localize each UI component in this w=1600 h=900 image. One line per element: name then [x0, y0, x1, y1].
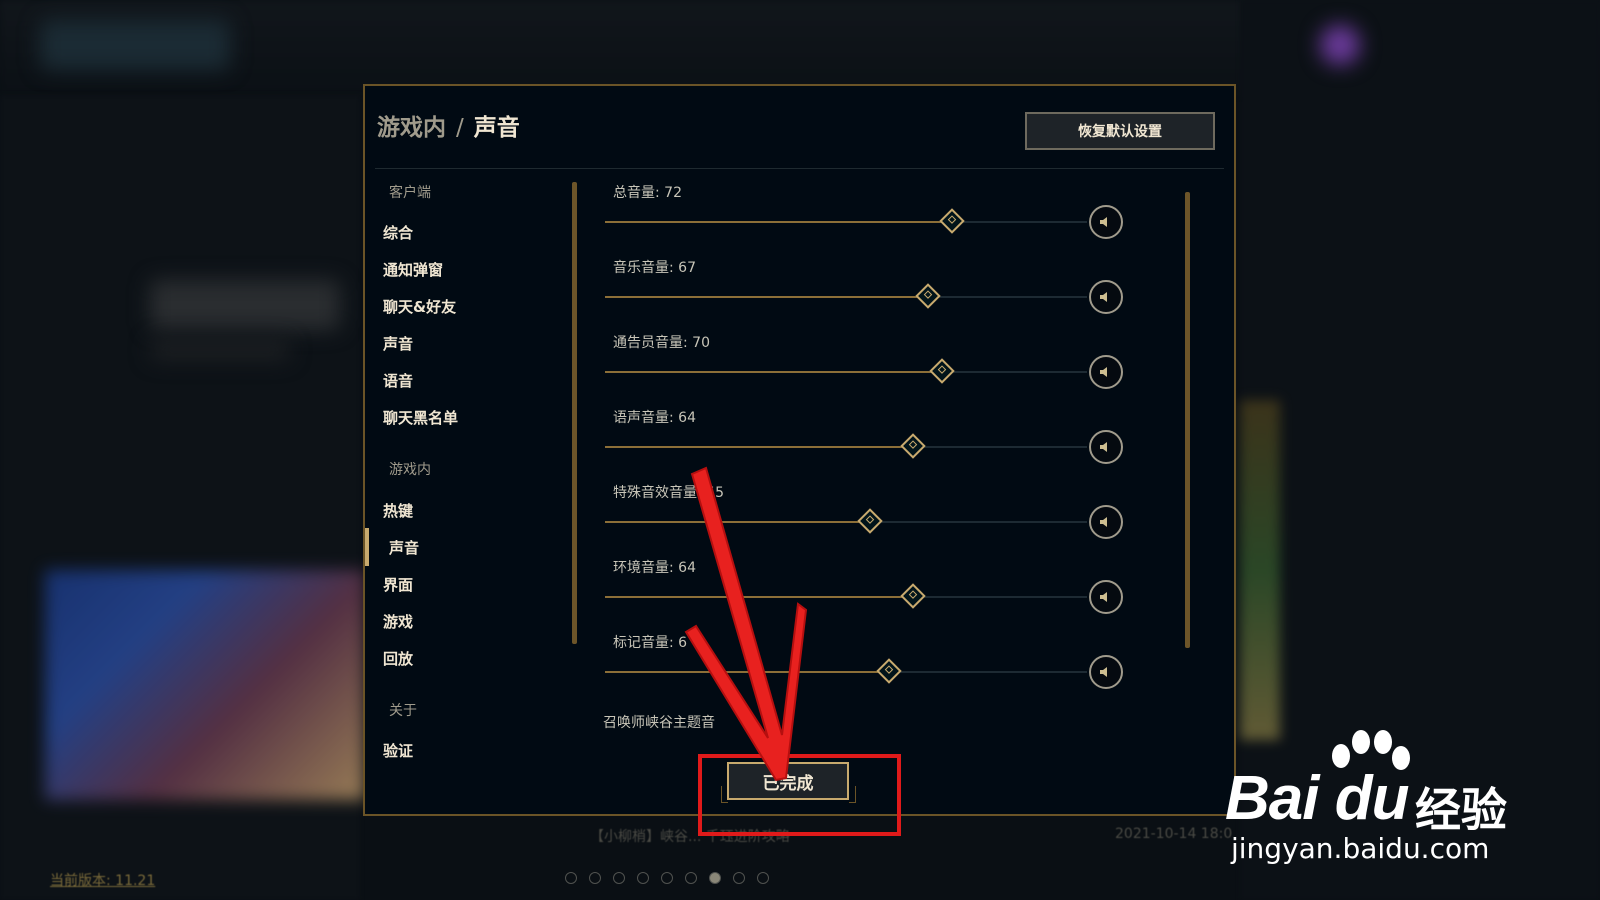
slider-track[interactable] — [605, 358, 1087, 384]
breadcrumb: 游戏内 / 声音 — [377, 108, 520, 142]
sidebar-item-general[interactable]: 综合 — [383, 222, 413, 243]
speaker-icon — [1100, 442, 1107, 452]
slider-label: 总音量: 72 — [613, 185, 682, 201]
version-link[interactable]: 当前版本: 11.21 — [50, 870, 155, 890]
ambient-volume-row: 环境音量: 64 — [605, 557, 1145, 617]
slider-track[interactable] — [605, 583, 1087, 609]
voice-volume-row: 语声音量: 64 — [605, 407, 1145, 467]
breadcrumb-parent[interactable]: 游戏内 — [377, 115, 446, 141]
slider-fill — [605, 446, 914, 448]
slider-fill — [605, 371, 943, 373]
bg-blur-block — [40, 20, 230, 70]
settings-modal: 游戏内 / 声音 恢复默认设置 客户端 综合 通知弹窗 聊天&好友 声音 语音 聊天… — [363, 84, 1236, 816]
watermark-jingyan: 经验 — [1415, 783, 1507, 837]
announcer-volume-row: 通告员音量: 70 — [605, 332, 1145, 392]
master-volume-row: 总音量: 72 — [605, 182, 1145, 242]
mute-button[interactable] — [1089, 580, 1123, 614]
mute-button[interactable] — [1089, 205, 1123, 239]
breadcrumb-current: 声音 — [473, 115, 520, 141]
rift-theme-label: 召唤师峡谷主题音 — [603, 715, 715, 731]
slider-label: 特殊音效音量: 55 — [613, 485, 724, 501]
sidebar-item-hotkeys[interactable]: 热键 — [383, 500, 413, 521]
slider-label: 语声音量: 64 — [613, 410, 696, 426]
sidebar-item-interface[interactable]: 界面 — [383, 574, 413, 595]
slider-track[interactable] — [605, 433, 1087, 459]
speaker-icon — [1100, 592, 1107, 602]
slider-thumb[interactable] — [939, 208, 965, 234]
nav-group-about: 关于 — [389, 703, 417, 719]
bg-blur-block — [150, 280, 340, 330]
ping-volume-row: 标记音量: 6 — [605, 632, 1145, 692]
active-indicator — [365, 528, 369, 566]
slider-track[interactable] — [605, 658, 1087, 684]
speaker-icon — [1100, 517, 1107, 527]
slider-thumb[interactable] — [900, 583, 927, 609]
slider-thumb[interactable] — [857, 508, 883, 534]
sidebar-item-notifications[interactable]: 通知弹窗 — [383, 259, 443, 280]
header-divider — [375, 168, 1224, 169]
slider-label: 通告员音量: 70 — [613, 335, 710, 351]
sfx-volume-row: 特殊音效音量: 55 — [605, 482, 1145, 542]
slider-fill — [605, 296, 928, 298]
slider-track[interactable] — [605, 208, 1087, 234]
speaker-icon — [1100, 217, 1107, 227]
slider-fill — [605, 221, 953, 223]
nav-group-ingame: 游戏内 — [389, 462, 431, 478]
sidebar-item-ingame-sound[interactable]: 声音 — [389, 537, 419, 558]
slider-thumb[interactable] — [876, 658, 903, 684]
nav-group-client: 客户端 — [389, 185, 431, 201]
slider-thumb[interactable] — [900, 433, 927, 459]
mute-button[interactable] — [1089, 505, 1123, 539]
speaker-icon — [1100, 292, 1107, 302]
watermark-brand: Bai du — [1225, 764, 1409, 833]
sidebar-item-chat-blocklist[interactable]: 聊天黑名单 — [383, 407, 458, 428]
sidebar-item-voice[interactable]: 语音 — [383, 370, 413, 391]
sidebar-item-replay[interactable]: 回放 — [383, 648, 413, 669]
slider-label: 标记音量: 6 — [613, 635, 688, 651]
slider-thumb[interactable] — [915, 283, 941, 309]
bg-promo-image — [45, 570, 365, 800]
sidebar-item-client-sound[interactable]: 声音 — [383, 333, 413, 354]
baidu-jingyan-watermark: Bai du 经验 jingyan.baidu.com — [1225, 730, 1525, 870]
mute-button[interactable] — [1089, 430, 1123, 464]
bg-right-art — [1240, 400, 1280, 740]
speaker-icon — [1100, 367, 1107, 377]
sidebar-scrollbar[interactable] — [572, 182, 577, 644]
slider-fill — [605, 671, 890, 673]
sidebar-item-chat-friends[interactable]: 聊天&好友 — [383, 296, 456, 317]
speaker-icon — [1100, 667, 1107, 677]
slider-label: 音乐音量: 67 — [613, 260, 696, 276]
slider-fill — [605, 596, 914, 598]
carousel-dots[interactable] — [565, 872, 769, 884]
annotation-highlight-box — [698, 754, 901, 836]
mute-button[interactable] — [1089, 355, 1123, 389]
slider-thumb[interactable] — [929, 358, 956, 384]
breadcrumb-separator: / — [456, 115, 464, 141]
reset-defaults-button[interactable]: 恢复默认设置 — [1025, 112, 1215, 150]
mute-button[interactable] — [1089, 280, 1123, 314]
news-date: 2021-10-14 18:0 — [1115, 826, 1233, 842]
bg-avatar — [1320, 25, 1360, 65]
watermark-url: jingyan.baidu.com — [1231, 832, 1490, 865]
content-scrollbar[interactable] — [1185, 192, 1190, 648]
bg-blur-block — [150, 340, 290, 360]
slider-track[interactable] — [605, 283, 1087, 309]
sidebar-item-verify[interactable]: 验证 — [383, 740, 413, 761]
slider-fill — [605, 521, 871, 523]
music-volume-row: 音乐音量: 67 — [605, 257, 1145, 317]
slider-label: 环境音量: 64 — [613, 560, 696, 576]
sidebar-item-game[interactable]: 游戏 — [383, 611, 413, 632]
mute-button[interactable] — [1089, 655, 1123, 689]
slider-track[interactable] — [605, 508, 1087, 534]
